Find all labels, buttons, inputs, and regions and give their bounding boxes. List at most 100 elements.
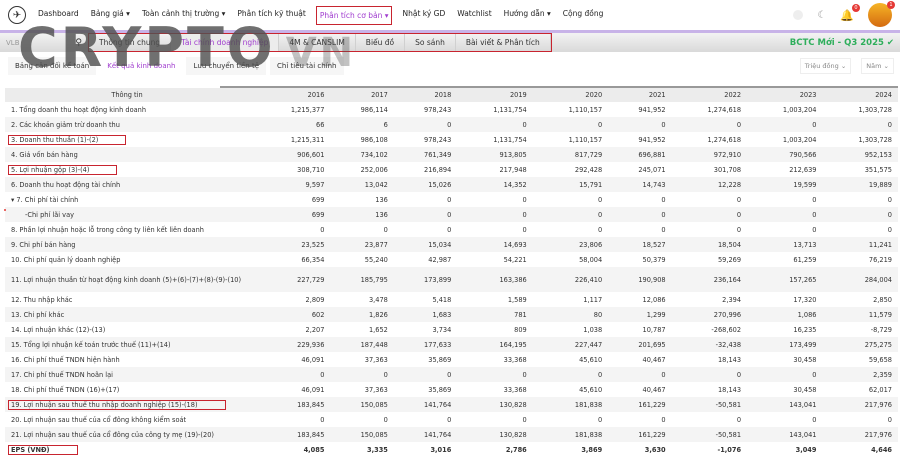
- value-text: 19,889: [868, 180, 892, 189]
- value-text: 0: [447, 225, 452, 234]
- search-icon[interactable]: ⚲: [75, 38, 82, 48]
- cell-value: 1,003,204: [747, 102, 822, 117]
- value-text: 163,386: [499, 275, 527, 284]
- cell-value: 130,828: [457, 427, 533, 442]
- bell-icon[interactable]: 🔔 0: [840, 3, 860, 22]
- value-text: 2,850: [873, 295, 892, 304]
- row-label-text: 16. Chi phí thuế TNDN hiện hành: [11, 355, 120, 364]
- table-row: 17. Chi phí thuế TNDN hoãn lại 0 0 0 0 0 0 0 0 2,…: [5, 367, 898, 382]
- column-header: 2017: [330, 88, 394, 102]
- nav-item[interactable]: Hướng dẫn ▾: [502, 6, 553, 25]
- cell-value: 0: [330, 367, 394, 382]
- nav-item[interactable]: Nhật ký GD: [400, 6, 447, 25]
- column-header: 2021: [608, 88, 672, 102]
- value-text: 173,499: [789, 340, 817, 349]
- value-text: 0: [383, 370, 388, 379]
- value-text: 1,274,618: [707, 135, 742, 144]
- value-text: -268,602: [711, 325, 742, 334]
- value-text: 0: [661, 225, 666, 234]
- value-text: 734,102: [360, 150, 388, 159]
- column-header: 2018: [393, 88, 458, 102]
- value-text: 66: [316, 120, 325, 129]
- cell-value: 0: [747, 117, 823, 132]
- value-text: 227,729: [297, 275, 325, 284]
- value-text: 37,363: [364, 385, 388, 394]
- period-select[interactable]: Năm ⌄: [861, 58, 894, 74]
- value-text: 699: [311, 195, 325, 204]
- value-text: 14,352: [503, 180, 527, 189]
- cell-value: 1,215,377: [255, 102, 330, 117]
- value-text: 0: [661, 195, 666, 204]
- value-text: 58,004: [579, 255, 603, 264]
- subtab[interactable]: Bảng cân đối kế toán: [8, 57, 97, 75]
- value-text: 181,838: [574, 400, 603, 409]
- value-text: 201,695: [638, 340, 666, 349]
- value-text: 33,368: [503, 355, 527, 364]
- cell-value: 50,379: [608, 252, 671, 267]
- subtab[interactable]: Lưu chuyển tiền tệ: [186, 57, 267, 75]
- value-text: 986,108: [360, 135, 388, 144]
- tab[interactable]: Bài viết & Phân tích: [456, 34, 551, 51]
- value-text: 161,229: [638, 430, 666, 439]
- value-text: 3,869: [581, 445, 603, 454]
- cell-value: 0: [330, 222, 393, 237]
- value-text: 0: [736, 210, 742, 219]
- search-input[interactable]: VLB: [6, 39, 20, 47]
- nav-item[interactable]: Cộng đồng: [561, 6, 606, 25]
- value-text: 45,610: [579, 385, 603, 394]
- nav-item[interactable]: Phân tích cơ bản ▾: [315, 5, 393, 25]
- cell-value: 0: [532, 117, 609, 132]
- value-text: 12,228: [717, 180, 742, 189]
- report-status[interactable]: BCTC Mới - Q3 2025 ✔: [790, 38, 900, 48]
- tab[interactable]: Thông tin chung: [89, 34, 172, 51]
- cell-value: 190,908: [608, 267, 672, 292]
- tab[interactable]: So sánh: [405, 34, 456, 51]
- cell-value: 10,787: [608, 322, 671, 337]
- cell-value: 3,016: [394, 442, 457, 457]
- value-text: 0: [812, 415, 817, 424]
- table-row: 20. Lợi nhuận sau thuế của cổ đông không…: [5, 412, 898, 427]
- cell-value: 18,504: [671, 237, 748, 252]
- tab[interactable]: Biểu đồ: [356, 34, 406, 51]
- value-text: 2,359: [873, 370, 892, 379]
- cell-value: 0: [457, 192, 532, 207]
- tab[interactable]: 4M & CANSLIM: [279, 34, 356, 51]
- subtab[interactable]: Chỉ tiêu tài chính: [270, 57, 344, 75]
- tab[interactable]: Tài chính doanh nghiệp: [171, 34, 280, 51]
- row-label: EPS (VNĐ): [5, 442, 255, 457]
- value-text: 809: [514, 325, 527, 334]
- subtab[interactable]: Kết quả kinh doanh: [100, 57, 183, 75]
- table-row: -Chi phí lãi vay 699 136 0 0 0 0 0 0 0: [5, 207, 898, 222]
- value-text: 1,131,754: [493, 105, 527, 114]
- avatar[interactable]: 1: [868, 1, 895, 27]
- nav-item[interactable]: Toàn cảnh thị trường ▾: [140, 6, 227, 25]
- nav-item[interactable]: Bảng giá ▾: [89, 6, 132, 25]
- theme-toggle[interactable]: [793, 10, 804, 20]
- logo-icon[interactable]: ✈: [8, 6, 26, 24]
- moon-icon[interactable]: ☾: [817, 10, 826, 21]
- value-text: 1,110,157: [568, 135, 603, 144]
- value-text: 177,633: [424, 340, 452, 349]
- value-text: 30,458: [793, 355, 817, 364]
- notification-badge: 0: [852, 3, 860, 12]
- row-label: 6. Doanh thu hoạt động tài chính: [5, 177, 255, 192]
- cell-value: 0: [255, 222, 330, 237]
- value-text: 136: [375, 210, 388, 219]
- cell-value: 6: [330, 117, 394, 132]
- value-text: 2,809: [305, 295, 325, 304]
- row-label: ▾ 7. Chi phí tài chính: [5, 192, 255, 207]
- nav-item[interactable]: Watchlist: [455, 6, 493, 25]
- stock-search[interactable]: VLB ⚲: [0, 38, 88, 48]
- value-text: 229,936: [297, 340, 325, 349]
- cell-value: -50,581: [671, 427, 748, 442]
- value-text: 699: [311, 210, 325, 219]
- cell-value: 23,525: [255, 237, 331, 252]
- unit-select[interactable]: Triệu đồng ⌄: [799, 58, 852, 74]
- nav-item[interactable]: Phân tích kỹ thuật: [235, 6, 307, 25]
- value-text: 0: [597, 415, 603, 424]
- table-row: 6. Doanh thu hoạt động tài chính 9,597 13,…: [5, 177, 898, 192]
- nav-item[interactable]: Dashboard: [36, 6, 81, 25]
- column-header: 2019: [457, 88, 533, 102]
- row-label-text: 1. Tổng doanh thu hoạt động kinh doanh: [11, 105, 147, 114]
- value-text: 0: [447, 415, 452, 424]
